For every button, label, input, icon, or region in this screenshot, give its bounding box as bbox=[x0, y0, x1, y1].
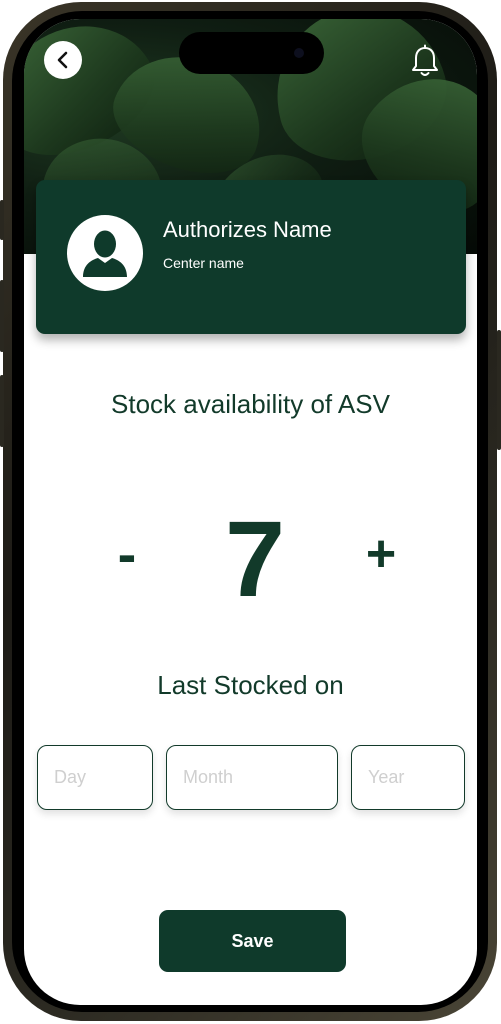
profile-card: Authorizes Name Center name bbox=[36, 180, 466, 334]
power-button bbox=[497, 330, 501, 450]
user-silhouette-icon bbox=[83, 230, 127, 277]
dynamic-island bbox=[179, 32, 324, 74]
stock-availability-title: Stock availability of ASV bbox=[111, 389, 390, 419]
stock-count: 7 bbox=[224, 498, 286, 619]
app-screen: Authorizes Name Center name Stock availa… bbox=[24, 19, 477, 1005]
day-input[interactable] bbox=[37, 745, 153, 810]
back-button[interactable] bbox=[44, 41, 82, 79]
front-camera bbox=[294, 48, 304, 58]
increment-button[interactable]: + bbox=[360, 524, 402, 584]
chevron-left-icon bbox=[57, 51, 68, 69]
authorizer-name: Authorizes Name bbox=[163, 217, 332, 242]
save-button[interactable]: Save bbox=[159, 910, 346, 972]
last-stocked-title: Last Stocked on bbox=[157, 670, 344, 700]
volume-down-button bbox=[0, 375, 4, 447]
decrement-button[interactable]: - bbox=[110, 524, 144, 584]
action-button bbox=[0, 200, 4, 240]
volume-up-button bbox=[0, 280, 4, 352]
avatar bbox=[67, 215, 143, 291]
center-name: Center name bbox=[163, 255, 244, 271]
month-input[interactable] bbox=[166, 745, 338, 810]
notification-button[interactable] bbox=[409, 43, 441, 81]
year-input[interactable] bbox=[351, 745, 465, 810]
bell-icon bbox=[412, 44, 438, 76]
